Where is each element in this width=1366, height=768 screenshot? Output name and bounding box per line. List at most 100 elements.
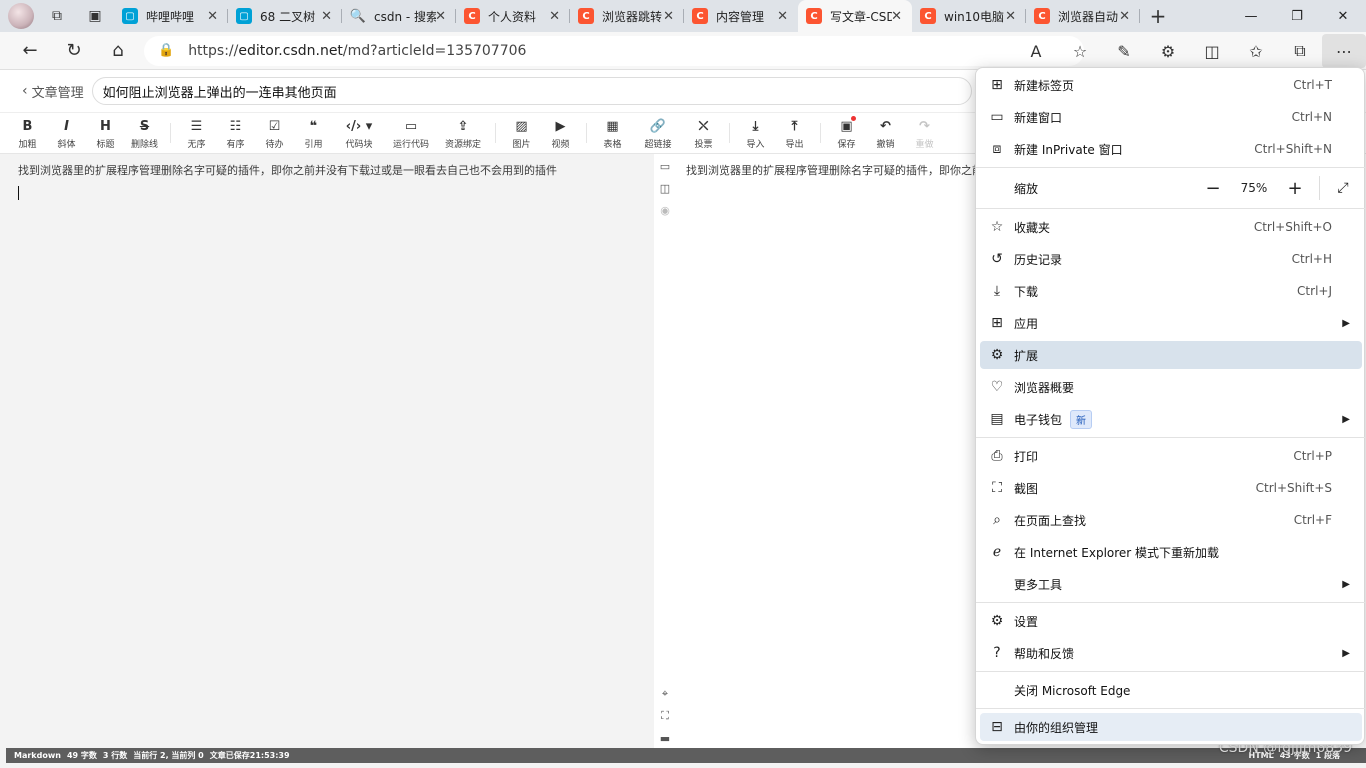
refresh-icon[interactable]: ↻ [52, 33, 96, 69]
profile-avatar[interactable] [8, 3, 34, 29]
favorite-star-icon[interactable]: ☆ [1058, 34, 1102, 68]
extension-shortcut-icon[interactable]: ✎ [1102, 34, 1146, 68]
hyperlink-button[interactable]: 🔗 超链接 [632, 113, 684, 150]
address-bar[interactable]: 🔒 https://editor.csdn.net/md?articleId=1… [144, 35, 1084, 66]
browser-tab[interactable]: 🔍 csdn - 搜索 ✕ [342, 0, 456, 32]
tab-close-icon[interactable]: ✕ [207, 9, 218, 24]
split-screen-icon[interactable]: ◫ [1190, 34, 1234, 68]
menu-extensions[interactable]: ⚙ 扩展 [980, 341, 1362, 369]
layout-icon[interactable]: ▬ [658, 731, 672, 745]
read-aloud-icon[interactable]: A [1014, 34, 1058, 68]
sync-scroll-icon[interactable]: ⌖ [658, 687, 672, 701]
collections-icon[interactable]: ⧉ [1278, 34, 1322, 68]
video-button[interactable]: ▶ 视频 [541, 113, 580, 150]
menu-settings[interactable]: ⚙ 设置 [980, 607, 1362, 635]
tab-close-icon[interactable]: ✕ [549, 9, 560, 24]
preview-eye-icon[interactable]: ◉ [658, 203, 672, 217]
zoom-in-icon[interactable]: + [1275, 178, 1315, 199]
article-title-input[interactable]: 如何阻止浏览器上弹出的一连串其他页面 [91, 77, 972, 105]
run-code-button[interactable]: ▭ 运行代码 [385, 113, 437, 150]
menu-new-window[interactable]: ▭ 新建窗口 Ctrl+N [980, 103, 1362, 131]
browser-tab[interactable]: Cwin10电脑 ✕ [912, 0, 1026, 32]
vote-button[interactable]: ⛌ 投票 [684, 113, 723, 150]
briefcase-icon: ⊟ [991, 719, 1003, 735]
window-controls: — ❐ ✕ [1228, 0, 1366, 32]
bold-button[interactable]: B 加粗 [8, 113, 47, 150]
browser-tab[interactable]: ▢ 68 二叉树 ✕ [228, 0, 342, 32]
strikethrough-button[interactable]: S 删除线 [125, 113, 164, 150]
tab-close-icon[interactable]: ✕ [663, 9, 674, 24]
browser-tab[interactable]: ▢ 哔哩哔哩 ✕ [114, 0, 228, 32]
menu-ie-mode[interactable]: ℯ在 Internet Explorer 模式下重新加载 [980, 538, 1362, 566]
menu-browser-essentials[interactable]: ♡ 浏览器概要 [980, 373, 1362, 401]
zoom-out-icon[interactable]: − [1193, 178, 1233, 199]
wallet-icon: ▤ [990, 411, 1004, 427]
italic-icon: I [64, 119, 69, 134]
minimize-icon[interactable]: — [1228, 0, 1274, 32]
resource-bind-button[interactable]: ⇪ 资源绑定 [437, 113, 489, 150]
tab-actions-icon[interactable]: ▣ [76, 0, 114, 32]
browser-tab[interactable]: C 浏览器自动 ✕ [1026, 0, 1140, 32]
menu-help[interactable]: ? 帮助和反馈 ▶ [980, 639, 1362, 667]
tab-close-icon[interactable]: ✕ [1005, 9, 1016, 24]
tab-close-icon[interactable]: ✕ [777, 9, 788, 24]
browser-tab[interactable]: C 写文章-CSDN✕ [798, 0, 912, 32]
strikethrough-icon: S [139, 119, 150, 134]
tab-close-icon[interactable]: ✕ [321, 9, 332, 24]
menu-print[interactable]: ⎙ 打印 Ctrl+P [980, 442, 1362, 470]
browser-tab[interactable]: C 内容管理 ✕ [684, 0, 798, 32]
editor-only-icon[interactable]: ▭ [658, 159, 672, 173]
tab-close-icon[interactable]: ✕ [435, 9, 446, 24]
menu-find[interactable]: ⌕ 在页面上查找 Ctrl+F [980, 506, 1362, 534]
image-button[interactable]: ▨ 图片 [502, 113, 541, 150]
menu-wallet[interactable]: ▤ 电子钱包新 ▶ [980, 405, 1362, 433]
back-icon[interactable]: ← [8, 33, 52, 69]
favorites-bar-icon[interactable]: ✩ [1234, 34, 1278, 68]
menu-screenshot[interactable]: ⛶ 截图 Ctrl+Shift+S [980, 474, 1362, 502]
menu-more-tools[interactable]: 更多工具 ▶ [980, 570, 1362, 598]
menu-favorites[interactable]: ☆ 收藏夹 Ctrl+Shift+O [980, 213, 1362, 241]
import-button[interactable]: ⤓ 导入 [736, 113, 775, 150]
todo-list-button[interactable]: ☑ 待办 [255, 113, 294, 150]
extensions-puzzle-icon[interactable]: ⚙ [1146, 34, 1190, 68]
fullscreen-icon[interactable]: ⛶ [658, 709, 672, 723]
export-button[interactable]: ⤒ 导出 [775, 113, 814, 150]
menu-managed-by-org[interactable]: ⊟ 由你的组织管理 [980, 713, 1362, 741]
ordered-list-button[interactable]: ☷ 有序 [216, 113, 255, 150]
home-icon[interactable]: ⌂ [96, 33, 140, 69]
menu-close-edge[interactable]: 关闭 Microsoft Edge [980, 676, 1362, 704]
markdown-editor[interactable]: 找到浏览器里的扩展程序管理删除名字可疑的插件，即你之前并没有下载过或是一眼看去自… [6, 154, 654, 748]
redo-icon: ↷ [919, 119, 930, 134]
help-icon: ? [993, 645, 1001, 661]
split-view-icon[interactable]: ◫ [658, 181, 672, 195]
tab-close-icon[interactable]: ✕ [891, 9, 902, 24]
restore-icon[interactable]: ❐ [1274, 0, 1320, 32]
browser-tab[interactable]: C 个人资料 ✕ [456, 0, 570, 32]
codeblock-button[interactable]: ‹/› ▾ 代码块 [333, 113, 385, 150]
table-button[interactable]: ▦ 表格 [593, 113, 632, 150]
italic-button[interactable]: I 斜体 [47, 113, 86, 150]
heading-button[interactable]: H 标题 [86, 113, 125, 150]
tab-close-icon[interactable]: ✕ [1119, 9, 1130, 24]
new-tab-button[interactable]: + [1140, 0, 1176, 32]
undo-button[interactable]: ↶ 撤销 [866, 113, 905, 150]
bili-favicon-icon: ▢ [122, 8, 138, 24]
redo-button[interactable]: ↷ 重做 [905, 113, 944, 150]
more-menu-icon[interactable]: ⋯ [1322, 34, 1366, 68]
quote-button[interactable]: ❝ 引用 [294, 113, 333, 150]
browser-tab[interactable]: C 浏览器跳转 ✕ [570, 0, 684, 32]
menu-apps[interactable]: ⊞ 应用 ▶ [980, 309, 1362, 337]
numbered-list-icon: ☷ [229, 119, 242, 134]
menu-history[interactable]: ↺ 历史记录 Ctrl+H [980, 245, 1362, 273]
save-button[interactable]: ▣ 保存 [827, 113, 866, 150]
menu-new-tab[interactable]: ⊞ 新建标签页 Ctrl+T [980, 71, 1362, 99]
fullscreen-expand-icon[interactable]: ⤢ [1324, 180, 1362, 196]
article-manage-link[interactable]: ‹ 文章管理 [22, 82, 84, 101]
unordered-list-button[interactable]: ☰ 无序 [177, 113, 216, 150]
close-window-icon[interactable]: ✕ [1320, 0, 1366, 32]
menu-inprivate[interactable]: ⧈ 新建 InPrivate 窗口 Ctrl+Shift+N [980, 135, 1362, 163]
menu-downloads[interactable]: ⤓ 下载 Ctrl+J [980, 277, 1362, 305]
url-host: editor.csdn.net [238, 42, 343, 59]
lock-icon[interactable]: 🔒 [158, 43, 174, 58]
workspaces-icon[interactable]: ⧉ [38, 0, 76, 32]
